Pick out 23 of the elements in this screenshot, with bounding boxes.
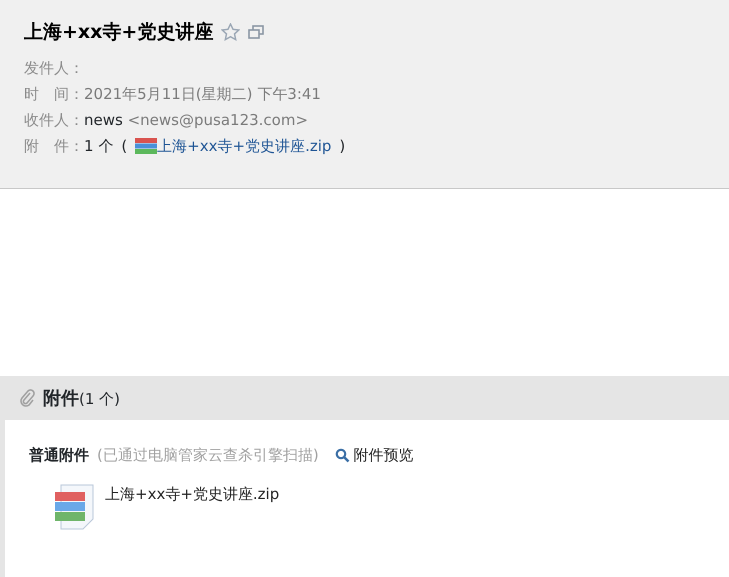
field-label: 附 件： (24, 136, 84, 156)
star-icon[interactable] (221, 23, 240, 42)
recipient-address: <news@pusa123.com> (128, 110, 308, 128)
scan-note: (已通过电脑管家云查杀引擎扫描) (97, 445, 319, 466)
attachment-count: (1 个) (79, 388, 120, 410)
field-label: 时 间： (24, 84, 84, 102)
field-label: 发件人： (24, 58, 84, 76)
paperclip-icon (19, 389, 35, 407)
attachment-link[interactable]: 上海+xx寺+党史讲座.zip (157, 132, 332, 158)
sent-time: 2021年5月11日(星期二) 下午3:41 (84, 84, 321, 102)
preview-link[interactable]: 附件预览 (334, 444, 414, 466)
email-subject: 上海+xx寺+党史讲座 (24, 20, 214, 45)
bracket: ) (339, 136, 346, 156)
section-title: 附件 (43, 386, 79, 410)
group-title: 普通附件 (29, 445, 89, 466)
archive-icon (135, 138, 158, 154)
bracket: ( (121, 136, 128, 156)
field-label: 收件人： (24, 110, 84, 128)
recipient-name: news (84, 110, 123, 128)
attachment-count: 1 个 (84, 136, 114, 156)
file-name[interactable]: 上海+xx寺+党史讲座.zip (105, 482, 280, 505)
search-icon (334, 448, 350, 463)
new-window-icon[interactable] (248, 24, 266, 40)
